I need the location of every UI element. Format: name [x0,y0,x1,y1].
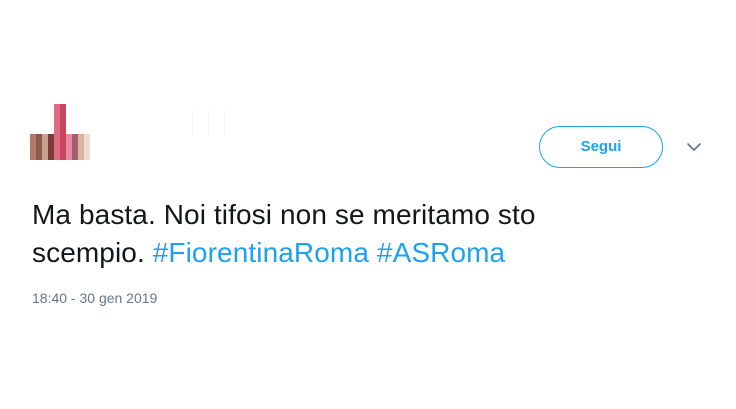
ghost-line [224,110,225,136]
ghost-line [208,110,209,136]
avatar[interactable] [30,104,92,160]
tweet-card: Segui Ma basta. Noi tifosi non se merita… [0,0,736,409]
ghost-line [192,110,193,136]
tweet-text: Ma basta. Noi tifosi non se meritamo sto… [32,196,652,272]
hashtag-link[interactable]: #ASRoma [377,237,505,268]
user-name-placeholder [190,110,228,136]
hashtag-link[interactable]: #FiorentinaRoma [153,237,369,268]
tweet-timestamp[interactable]: 18:40 - 30 gen 2019 [32,290,157,306]
chevron-down-icon[interactable] [686,142,702,152]
avatar-pixel [84,134,90,160]
follow-button[interactable]: Segui [539,126,663,168]
